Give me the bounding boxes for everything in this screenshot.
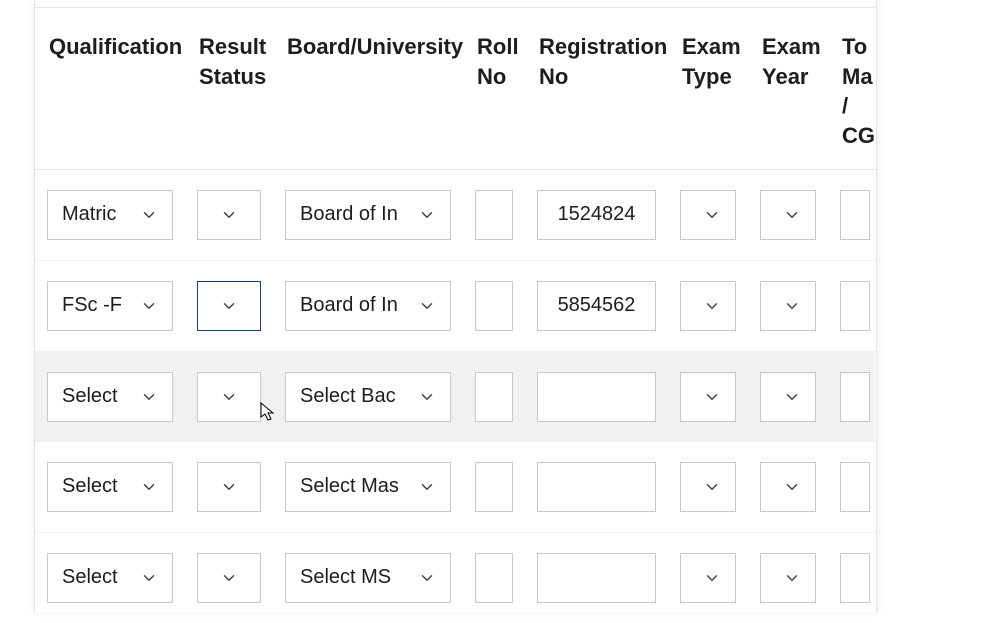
total-marks-input[interactable] <box>840 372 870 422</box>
qualification-select-label: FSc -F <box>62 294 122 317</box>
exam-type-select[interactable] <box>680 190 736 240</box>
chevron-down-icon <box>418 478 436 496</box>
board-select[interactable]: Select Bac <box>285 372 451 422</box>
total-marks-input[interactable] <box>840 281 870 331</box>
registration-no-input[interactable]: 1524824 <box>537 190 656 240</box>
result-status-select[interactable] <box>197 281 261 331</box>
roll-no-input[interactable] <box>475 553 513 603</box>
roll-no-input[interactable] <box>475 190 513 240</box>
chevron-down-icon <box>140 569 158 587</box>
result-status-select[interactable] <box>197 553 261 603</box>
registration-no-input[interactable] <box>537 553 656 603</box>
chevron-down-icon <box>783 297 801 315</box>
qualification-select[interactable]: FSc -F <box>47 281 173 331</box>
roll-no-input[interactable] <box>475 462 513 512</box>
chevron-down-icon <box>418 388 436 406</box>
qualification-select-label: Select <box>62 475 118 498</box>
qualification-select[interactable]: Select <box>47 372 173 422</box>
roll-no-input[interactable] <box>475 372 513 422</box>
chevron-down-icon <box>783 206 801 224</box>
total-marks-input[interactable] <box>840 553 870 603</box>
registration-no-input[interactable]: 5854562 <box>537 281 656 331</box>
result-status-select[interactable] <box>197 372 261 422</box>
qualification-select-label: Select <box>62 385 118 408</box>
board-select-label: Board of In <box>300 294 398 317</box>
form-panel: Qualification Result Status Board/Univer… <box>34 0 877 613</box>
chevron-down-icon <box>220 478 238 496</box>
chevron-down-icon <box>783 478 801 496</box>
chevron-down-icon <box>140 478 158 496</box>
exam-year-select[interactable] <box>760 553 816 603</box>
total-marks-input[interactable] <box>840 190 870 240</box>
col-header-board: Board/University <box>273 8 463 169</box>
qualification-select[interactable]: Select <box>47 462 173 512</box>
chevron-down-icon <box>418 297 436 315</box>
col-header-qualification: Qualification <box>35 8 185 169</box>
chevron-down-icon <box>140 206 158 224</box>
col-header-result-status: Result Status <box>185 8 273 169</box>
table-row: FSc -F Board of In 5854562 <box>35 260 878 351</box>
chevron-down-icon <box>140 388 158 406</box>
qualification-select-label: Select <box>62 566 118 589</box>
board-select-label: Select Bac <box>300 385 396 408</box>
table-row: Select Select MS <box>35 532 878 623</box>
education-table-wrap: Qualification Result Status Board/Univer… <box>35 8 876 623</box>
exam-year-select[interactable] <box>760 462 816 512</box>
registration-no-input[interactable] <box>537 372 656 422</box>
board-select-label: Board of In <box>300 203 398 226</box>
chevron-down-icon <box>703 388 721 406</box>
col-header-total-marks: To Ma / CG <box>828 8 878 169</box>
exam-type-select[interactable] <box>680 553 736 603</box>
board-select[interactable]: Board of In <box>285 281 451 331</box>
col-header-exam-type: Exam Type <box>668 8 748 169</box>
chevron-down-icon <box>703 569 721 587</box>
exam-type-select[interactable] <box>680 372 736 422</box>
board-select-label: Select MS <box>300 566 391 589</box>
education-table: Qualification Result Status Board/Univer… <box>35 8 878 623</box>
chevron-down-icon <box>418 569 436 587</box>
board-select[interactable]: Select MS <box>285 553 451 603</box>
chevron-down-icon <box>220 388 238 406</box>
panel-top-divider <box>35 0 876 8</box>
chevron-down-icon <box>703 297 721 315</box>
col-header-exam-year: Exam Year <box>748 8 828 169</box>
chevron-down-icon <box>418 206 436 224</box>
exam-year-select[interactable] <box>760 190 816 240</box>
chevron-down-icon <box>220 206 238 224</box>
chevron-down-icon <box>703 206 721 224</box>
exam-year-select[interactable] <box>760 281 816 331</box>
board-select[interactable]: Select Mas <box>285 462 451 512</box>
chevron-down-icon <box>220 569 238 587</box>
result-status-select[interactable] <box>197 462 261 512</box>
qualification-select[interactable]: Matric <box>47 190 173 240</box>
board-select[interactable]: Board of In <box>285 190 451 240</box>
registration-no-input[interactable] <box>537 462 656 512</box>
roll-no-input[interactable] <box>475 281 513 331</box>
board-select-label: Select Mas <box>300 475 399 498</box>
exam-type-select[interactable] <box>680 462 736 512</box>
chevron-down-icon <box>703 478 721 496</box>
table-row: Matric Board of In 1524824 <box>35 169 878 260</box>
table-row: Select Select Mas <box>35 442 878 533</box>
result-status-select[interactable] <box>197 190 261 240</box>
chevron-down-icon <box>220 297 238 315</box>
col-header-roll-no: Roll No <box>463 8 525 169</box>
qualification-select[interactable]: Select <box>47 553 173 603</box>
chevron-down-icon <box>783 388 801 406</box>
exam-type-select[interactable] <box>680 281 736 331</box>
table-row: Select Select Bac <box>35 351 878 442</box>
table-header-row: Qualification Result Status Board/Univer… <box>35 8 878 169</box>
chevron-down-icon <box>140 297 158 315</box>
chevron-down-icon <box>783 569 801 587</box>
col-header-registration-no: Registration No <box>525 8 668 169</box>
qualification-select-label: Matric <box>62 203 116 226</box>
exam-year-select[interactable] <box>760 372 816 422</box>
total-marks-input[interactable] <box>840 462 870 512</box>
